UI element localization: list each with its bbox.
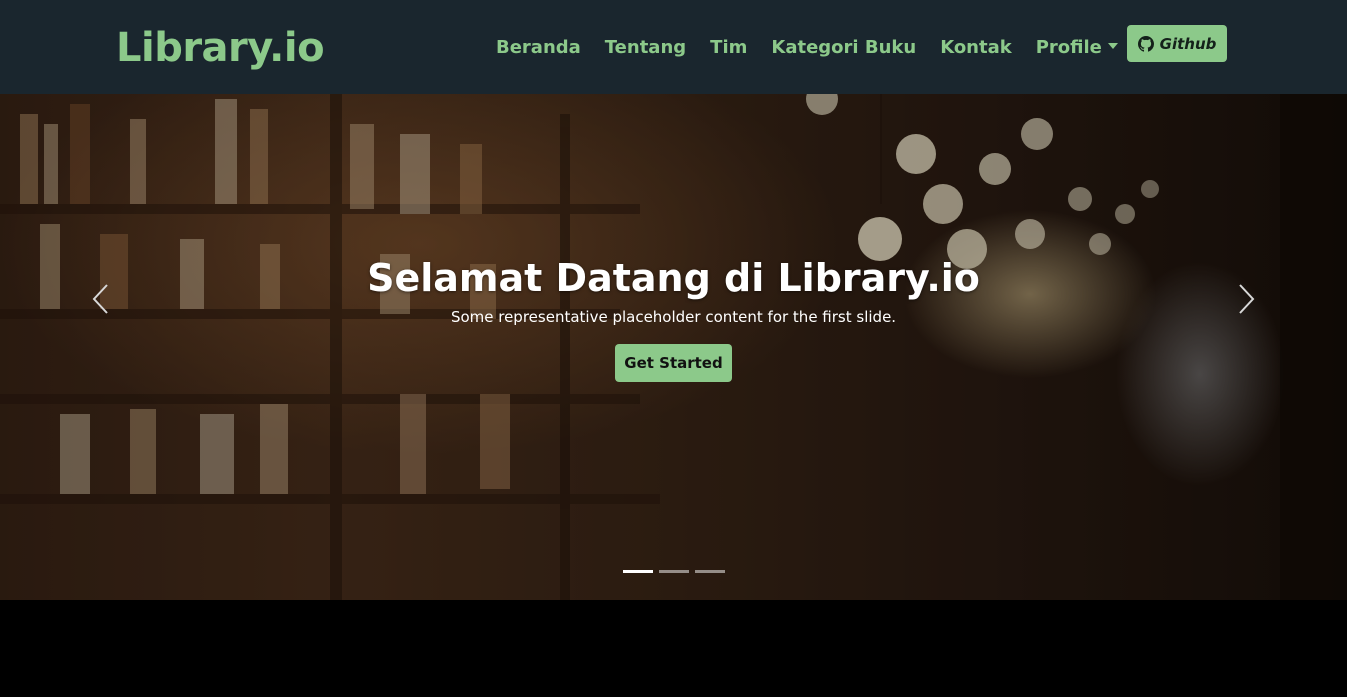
hero-subtitle: Some representative placeholder content … xyxy=(450,308,897,326)
nav-links: Beranda Tentang Tim Kategori Buku Kontak… xyxy=(484,30,1130,64)
hero-title: Selamat Datang di Library.io xyxy=(367,256,980,300)
carousel-indicators xyxy=(623,570,725,573)
chevron-right-icon xyxy=(1239,284,1255,314)
carousel-indicator-2[interactable] xyxy=(659,570,689,573)
carousel-caption: Selamat Datang di Library.io Some repres… xyxy=(0,254,1347,382)
carousel-next-button[interactable] xyxy=(1226,274,1266,324)
github-button-label: Github xyxy=(1159,34,1217,53)
carousel-indicator-3[interactable] xyxy=(695,570,725,573)
get-started-button[interactable]: Get Started xyxy=(615,344,732,382)
carousel-indicator-1[interactable] xyxy=(623,570,653,573)
hero-carousel: Selamat Datang di Library.io Some repres… xyxy=(0,94,1347,600)
nav-link-tim[interactable]: Tim xyxy=(698,37,759,58)
profile-dropdown[interactable]: Profile xyxy=(1024,37,1130,58)
page-below-fold xyxy=(0,600,1347,697)
profile-dropdown-label: Profile xyxy=(1035,36,1102,58)
nav-link-tentang[interactable]: Tentang xyxy=(593,37,698,58)
nav-link-kategori-buku[interactable]: Kategori Buku xyxy=(759,37,928,58)
brand-logo[interactable]: Library.io xyxy=(116,20,325,76)
caret-down-icon xyxy=(1107,43,1118,49)
github-icon xyxy=(1137,35,1154,52)
github-button[interactable]: Github xyxy=(1127,25,1227,62)
nav-link-kontak[interactable]: Kontak xyxy=(928,37,1024,58)
nav-link-beranda[interactable]: Beranda xyxy=(484,37,593,58)
navbar: Library.io Beranda Tentang Tim Kategori … xyxy=(0,0,1347,94)
